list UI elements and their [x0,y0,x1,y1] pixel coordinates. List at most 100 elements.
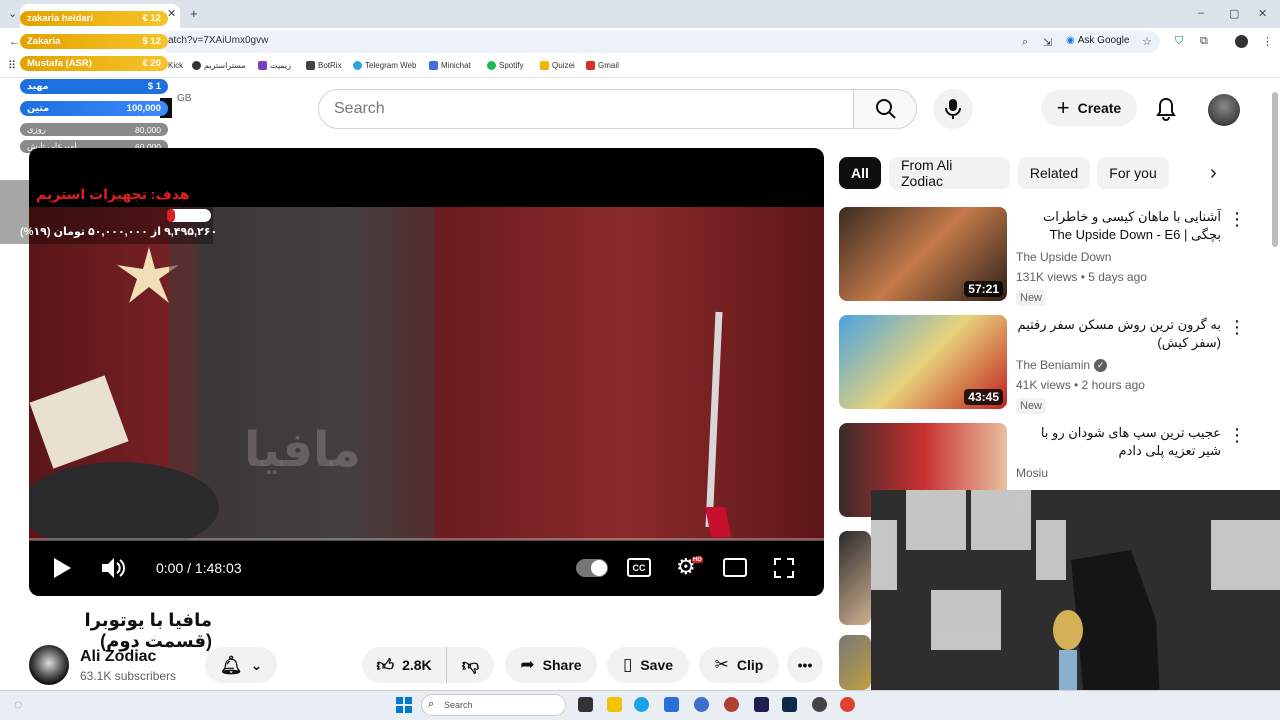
create-button[interactable]: + Create [1041,90,1137,126]
omnibox[interactable] [160,31,1160,53]
ask-google-button[interactable]: ◉ Ask Google [1066,35,1129,46]
chip-from-channel[interactable]: From Ali Zodiac [889,157,1010,189]
bookmark-zimpat[interactable]: زیمپت [258,61,291,70]
donor-row: مهید $ 1 [20,79,168,94]
bookmark-minichat[interactable]: Minichat [429,61,471,70]
apps-icon[interactable]: ⠿ [8,59,16,72]
edge-icon[interactable] [634,697,649,712]
volume-icon[interactable] [100,556,126,580]
chip-for-you[interactable]: For you [1097,157,1169,189]
save-button[interactable]: ▯ Save [607,647,689,683]
stream-goal-progress-fill [167,209,176,222]
scissors-icon: ✂ [714,655,729,674]
extension-shield-icon[interactable]: ⛉ [1175,35,1183,48]
window-close-icon[interactable]: ✕ [1258,7,1267,20]
store-icon[interactable] [664,697,679,712]
tab-search-icon[interactable]: ⌄ [8,7,17,20]
profile-avatar[interactable] [1235,35,1248,48]
bookmark-star-icon[interactable]: ☆ [1142,35,1152,48]
tab-close-icon[interactable]: ✕ [167,7,176,20]
taskbar-search-icon: ⌕ [428,698,435,710]
account-avatar[interactable] [1208,94,1240,126]
search-box[interactable] [318,89,854,129]
recommendation-thumbnail[interactable] [839,531,871,625]
recommendation-title[interactable]: آشنایی با ماهان کیسی و خاطرات بچگی | The… [1016,208,1221,244]
zoom-icon[interactable]: ⌕ [1022,36,1028,49]
donor-row: zakaria heidari € 12 [20,11,168,26]
search-icon [876,99,896,119]
bookmark-telegram[interactable]: Telegram Web [353,61,416,70]
recommendation-channel[interactable]: Mosiu [1016,466,1048,480]
photoshop-icon[interactable] [782,697,797,712]
new-tab-icon[interactable]: + [190,6,198,21]
chip-related[interactable]: Related [1018,157,1090,189]
page-scrollbar[interactable] [1272,92,1278,247]
taskbar-search[interactable]: ⌕ Search [421,694,566,716]
bookmark-icon: ▯ [622,655,633,674]
url-text[interactable]: atch?v=7XAiUmx0gvw [168,35,268,46]
bookmark-gmail[interactable]: Gmail [586,61,619,70]
recommendation-thumbnail[interactable]: 43:45 [839,315,1007,409]
recommendation-title[interactable]: به گرون ترین روش مسکن سفر رفتیم (سفر کیش… [1016,316,1221,352]
app-icon[interactable] [694,697,709,712]
progress-bar[interactable] [29,538,824,541]
recommendation-menu-icon[interactable]: ⋮ [1228,317,1246,338]
bookmark-kick[interactable]: Kick [168,61,183,70]
bookmark-mastrastream[interactable]: مسترا‌ستریم [192,61,246,70]
subscribed-button[interactable]: 🔔︎ ⌄ [205,647,277,683]
search-button[interactable] [853,89,917,129]
minimize-icon[interactable]: – [1198,7,1204,19]
share-button[interactable]: ➦ Share [505,647,597,683]
voice-search-button[interactable] [933,89,973,129]
task-view-icon[interactable] [578,697,593,712]
extensions-icon[interactable]: ⧉ [1200,35,1208,48]
recommendation-title[interactable]: عجیب ترین سپ های شودان رو با شیر تعزیه پ… [1016,424,1221,460]
recommendation-thumbnail[interactable] [839,635,871,690]
recommendation-thumbnail[interactable]: 57:21 [839,207,1007,301]
video-frame[interactable]: مافیا [29,207,824,540]
recommendation-channel[interactable]: The Beniamin ✓ [1016,358,1108,372]
recommendation-channel[interactable]: The Upside Down [1016,250,1111,264]
like-button[interactable]: 👍︎ 2.8K [362,647,446,683]
chips-next-chevron-icon[interactable]: › [1210,162,1217,185]
recommendation-menu-icon[interactable]: ⋮ [1228,209,1246,230]
install-icon[interactable]: ⇲ [1043,36,1052,49]
webcam-overlay [871,490,1280,720]
share-arrow-icon: ➦ [520,655,535,674]
obs-icon[interactable] [812,697,827,712]
theater-mode-icon[interactable] [723,558,747,577]
fullscreen-icon[interactable] [773,557,795,579]
bookmark-botrix[interactable]: BotRix [306,61,342,70]
bookmark-spotify[interactable]: Spotify [487,61,523,70]
bell-icon: 🔔︎ [219,654,243,675]
notifications-bell-icon[interactable] [1155,97,1177,121]
more-actions-button[interactable]: ••• [787,647,823,683]
captions-icon[interactable]: CC [627,558,651,577]
maximize-icon[interactable]: ▢ [1229,7,1239,20]
channel-avatar[interactable] [29,645,69,685]
clip-button[interactable]: ✂ Clip [699,647,779,683]
donor-row: Mustafa (ASR) € 20 [20,56,168,71]
chip-all[interactable]: All [839,157,881,189]
back-icon[interactable]: ← [9,36,20,48]
app-icon[interactable] [724,697,739,712]
stream-goal-title: هدف: تجهیزات استریم [36,186,190,202]
file-explorer-icon[interactable] [607,697,622,712]
menu-dots-icon[interactable]: ⋮ [1262,35,1273,48]
bookmark-quizei[interactable]: Quizei [540,61,575,70]
chrome-icon[interactable] [840,697,855,712]
minichat-icon [429,61,438,70]
channel-name[interactable]: Ali Zodiac [80,648,156,666]
telegram-icon [353,61,362,70]
recommendation-menu-icon[interactable]: ⋮ [1228,425,1246,446]
play-icon[interactable] [52,557,72,579]
verified-check-icon: ✓ [1094,358,1108,372]
botrix-icon [306,61,315,70]
recommendation-meta: 131K views • 5 days ago [1016,270,1147,284]
thumbs-down-icon: 👎︎ [461,655,480,675]
autoplay-toggle[interactable] [576,559,608,577]
search-input[interactable]: Search [334,100,385,118]
premiere-icon[interactable] [754,697,769,712]
dislike-button[interactable]: 👎︎ [446,647,494,683]
windows-start-icon[interactable] [396,697,412,713]
